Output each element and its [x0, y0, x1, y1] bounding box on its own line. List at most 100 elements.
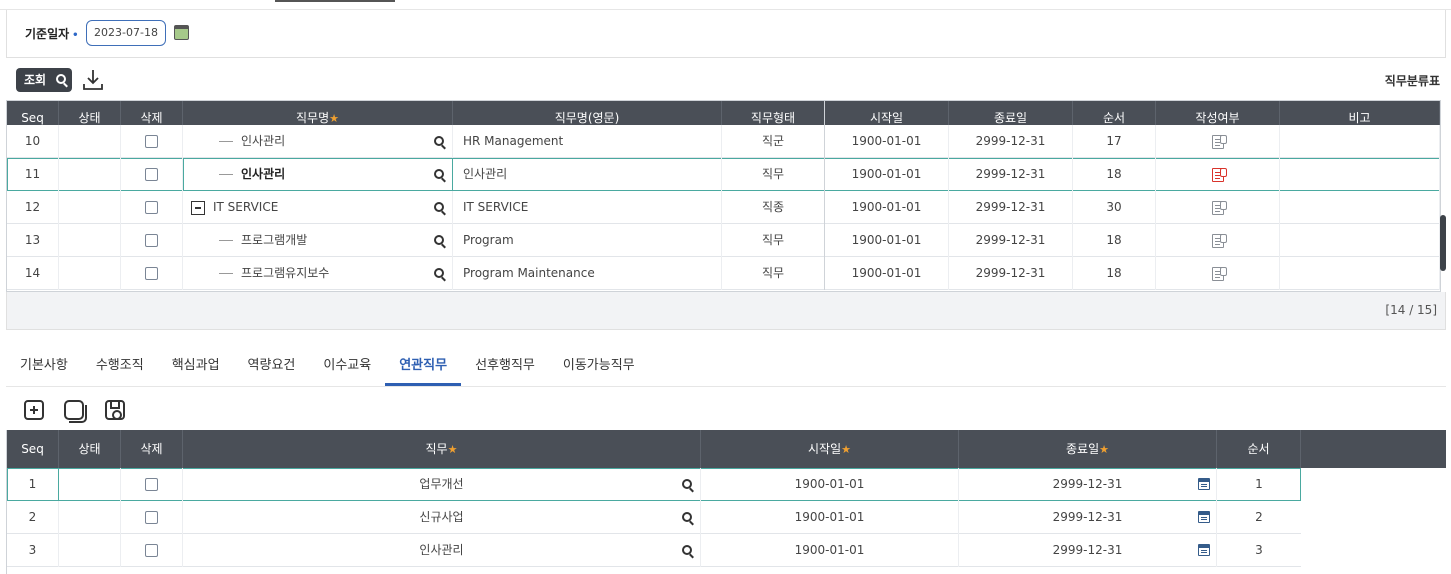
base-date-input[interactable]: 2023-07-18	[86, 20, 166, 46]
delete-checkbox[interactable]	[145, 201, 158, 214]
copy-icon[interactable]	[64, 400, 87, 423]
delete-checkbox[interactable]	[145, 267, 158, 280]
search-icon[interactable]	[682, 512, 692, 522]
col-job[interactable]: 직무★	[183, 430, 701, 468]
cell-start-date: 1900-01-01	[701, 468, 959, 501]
table-row[interactable]: 10 인사관리 HR Management 직군 1900-01-01 2999…	[7, 125, 1440, 158]
cell-end-date[interactable]: 2999-12-31	[959, 534, 1217, 567]
add-icon[interactable]	[24, 400, 44, 420]
table-row[interactable]: 13 프로그램개발 Program 직무 1900-01-01 2999-12-…	[7, 224, 1440, 257]
search-icon[interactable]	[682, 545, 692, 555]
col-seq[interactable]: Seq	[7, 430, 59, 468]
search-icon[interactable]	[434, 136, 444, 146]
cell-written[interactable]	[1156, 257, 1280, 290]
top-strip	[0, 0, 1451, 10]
document-icon[interactable]	[1211, 200, 1227, 215]
col-end-date[interactable]: 종료일★	[959, 430, 1217, 468]
tab-precedence-jobs[interactable]: 선후행직무	[461, 348, 549, 386]
cell-job-name[interactable]: 프로그램개발	[183, 224, 453, 257]
document-icon[interactable]	[1211, 233, 1227, 248]
tab-movable-jobs[interactable]: 이동가능직무	[549, 348, 649, 386]
col-spacer	[1301, 430, 1446, 468]
cell-delete[interactable]	[121, 191, 183, 224]
cell-delete[interactable]	[121, 224, 183, 257]
delete-checkbox[interactable]	[145, 478, 158, 491]
delete-checkbox[interactable]	[145, 168, 158, 181]
delete-checkbox[interactable]	[145, 544, 158, 557]
cell-job[interactable]: 인사관리	[183, 534, 701, 567]
document-alert-icon[interactable]	[1211, 167, 1227, 182]
cell-job-name[interactable]: 프로그램유지보수	[183, 257, 453, 290]
row-count: [14 / 15]	[1385, 303, 1437, 317]
search-icon[interactable]	[434, 235, 444, 245]
cell-written[interactable]	[1156, 224, 1280, 257]
cell-delete[interactable]	[121, 534, 183, 567]
cell-job-name[interactable]: IT SERVICE	[183, 191, 453, 224]
cell-status	[59, 158, 121, 191]
cell-job-name[interactable]: 인사관리	[183, 158, 453, 191]
required-star-icon: ★	[329, 112, 339, 125]
cell-delete[interactable]	[121, 158, 183, 191]
tab-basic[interactable]: 기본사항	[6, 348, 82, 386]
active-window-tab-marker	[275, 0, 395, 2]
table-row-selected[interactable]: 1 업무개선 1900-01-01 2999-12-31 1	[7, 468, 1301, 501]
cell-delete[interactable]	[121, 257, 183, 290]
cell-status	[59, 468, 121, 501]
search-icon[interactable]	[434, 202, 444, 212]
cell-remarks	[1280, 125, 1440, 158]
cell-seq: 14	[7, 257, 59, 290]
delete-checkbox[interactable]	[145, 511, 158, 524]
search-icon[interactable]	[434, 169, 444, 179]
delete-checkbox[interactable]	[145, 234, 158, 247]
save-icon[interactable]	[105, 400, 125, 420]
tab-training[interactable]: 이수교육	[309, 348, 385, 386]
cell-status	[59, 224, 121, 257]
cell-written[interactable]	[1156, 158, 1280, 191]
tab-core-tasks[interactable]: 핵심과업	[158, 348, 234, 386]
cell-written[interactable]	[1156, 191, 1280, 224]
cell-start-date: 1900-01-01	[825, 125, 949, 158]
cell-seq: 13	[7, 224, 59, 257]
col-start-date[interactable]: 시작일★	[701, 430, 959, 468]
cell-job[interactable]: 업무개선	[183, 468, 701, 501]
document-icon[interactable]	[1211, 266, 1227, 281]
table-row-selected[interactable]: 11 인사관리 인사관리 직무 1900-01-01 2999-12-31 18	[7, 158, 1440, 191]
delete-checkbox[interactable]	[145, 135, 158, 148]
cell-end-date[interactable]: 2999-12-31	[959, 468, 1217, 501]
table-row[interactable]: 2 신규사업 1900-01-01 2999-12-31 2	[7, 501, 1301, 534]
cell-start-date: 1900-01-01	[825, 191, 949, 224]
cell-delete[interactable]	[121, 468, 183, 501]
grid-footer: [14 / 15]	[6, 292, 1446, 330]
col-order[interactable]: 순서	[1217, 430, 1301, 468]
search-icon[interactable]	[434, 268, 444, 278]
col-delete[interactable]: 삭제	[121, 430, 183, 468]
tab-org[interactable]: 수행조직	[82, 348, 158, 386]
vertical-scrollbar[interactable]	[1440, 215, 1446, 271]
tab-related-jobs[interactable]: 연관직무	[385, 348, 462, 386]
search-button[interactable]: 조회	[16, 68, 72, 92]
calendar-icon[interactable]	[1198, 544, 1210, 556]
cell-job[interactable]: 신규사업	[183, 501, 701, 534]
cell-delete[interactable]	[121, 501, 183, 534]
table-row[interactable]: 12 IT SERVICE IT SERVICE 직종 1900-01-01 2…	[7, 191, 1440, 224]
calendar-icon[interactable]	[1198, 478, 1210, 490]
download-icon[interactable]	[80, 67, 106, 93]
tab-competency[interactable]: 역량요건	[234, 348, 310, 386]
job-classification-grid: Seq 상태 삭제 직무명★ 직무명(영문) 직무형태 시작일 종료일 순서 작…	[6, 100, 1441, 292]
related-jobs-grid: Seq 상태 삭제 직무★ 시작일★ 종료일★ 순서 1 업무개선 1900-0…	[6, 430, 1446, 574]
calendar-icon[interactable]	[174, 25, 189, 40]
calendar-icon[interactable]	[1198, 511, 1210, 523]
search-icon[interactable]	[682, 479, 692, 489]
cell-job-name[interactable]: 인사관리	[183, 125, 453, 158]
cell-written[interactable]	[1156, 125, 1280, 158]
table-row[interactable]: 14 프로그램유지보수 Program Maintenance 직무 1900-…	[7, 257, 1440, 290]
cell-start-date: 1900-01-01	[825, 257, 949, 290]
document-icon[interactable]	[1211, 134, 1227, 149]
cell-end-date[interactable]: 2999-12-31	[959, 501, 1217, 534]
table-row[interactable]: 3 인사관리 1900-01-01 2999-12-31 3	[7, 534, 1301, 567]
tree-line	[219, 273, 233, 274]
col-status[interactable]: 상태	[59, 430, 121, 468]
cell-end-date: 2999-12-31	[949, 191, 1073, 224]
collapse-icon[interactable]	[191, 200, 205, 215]
cell-delete[interactable]	[121, 125, 183, 158]
